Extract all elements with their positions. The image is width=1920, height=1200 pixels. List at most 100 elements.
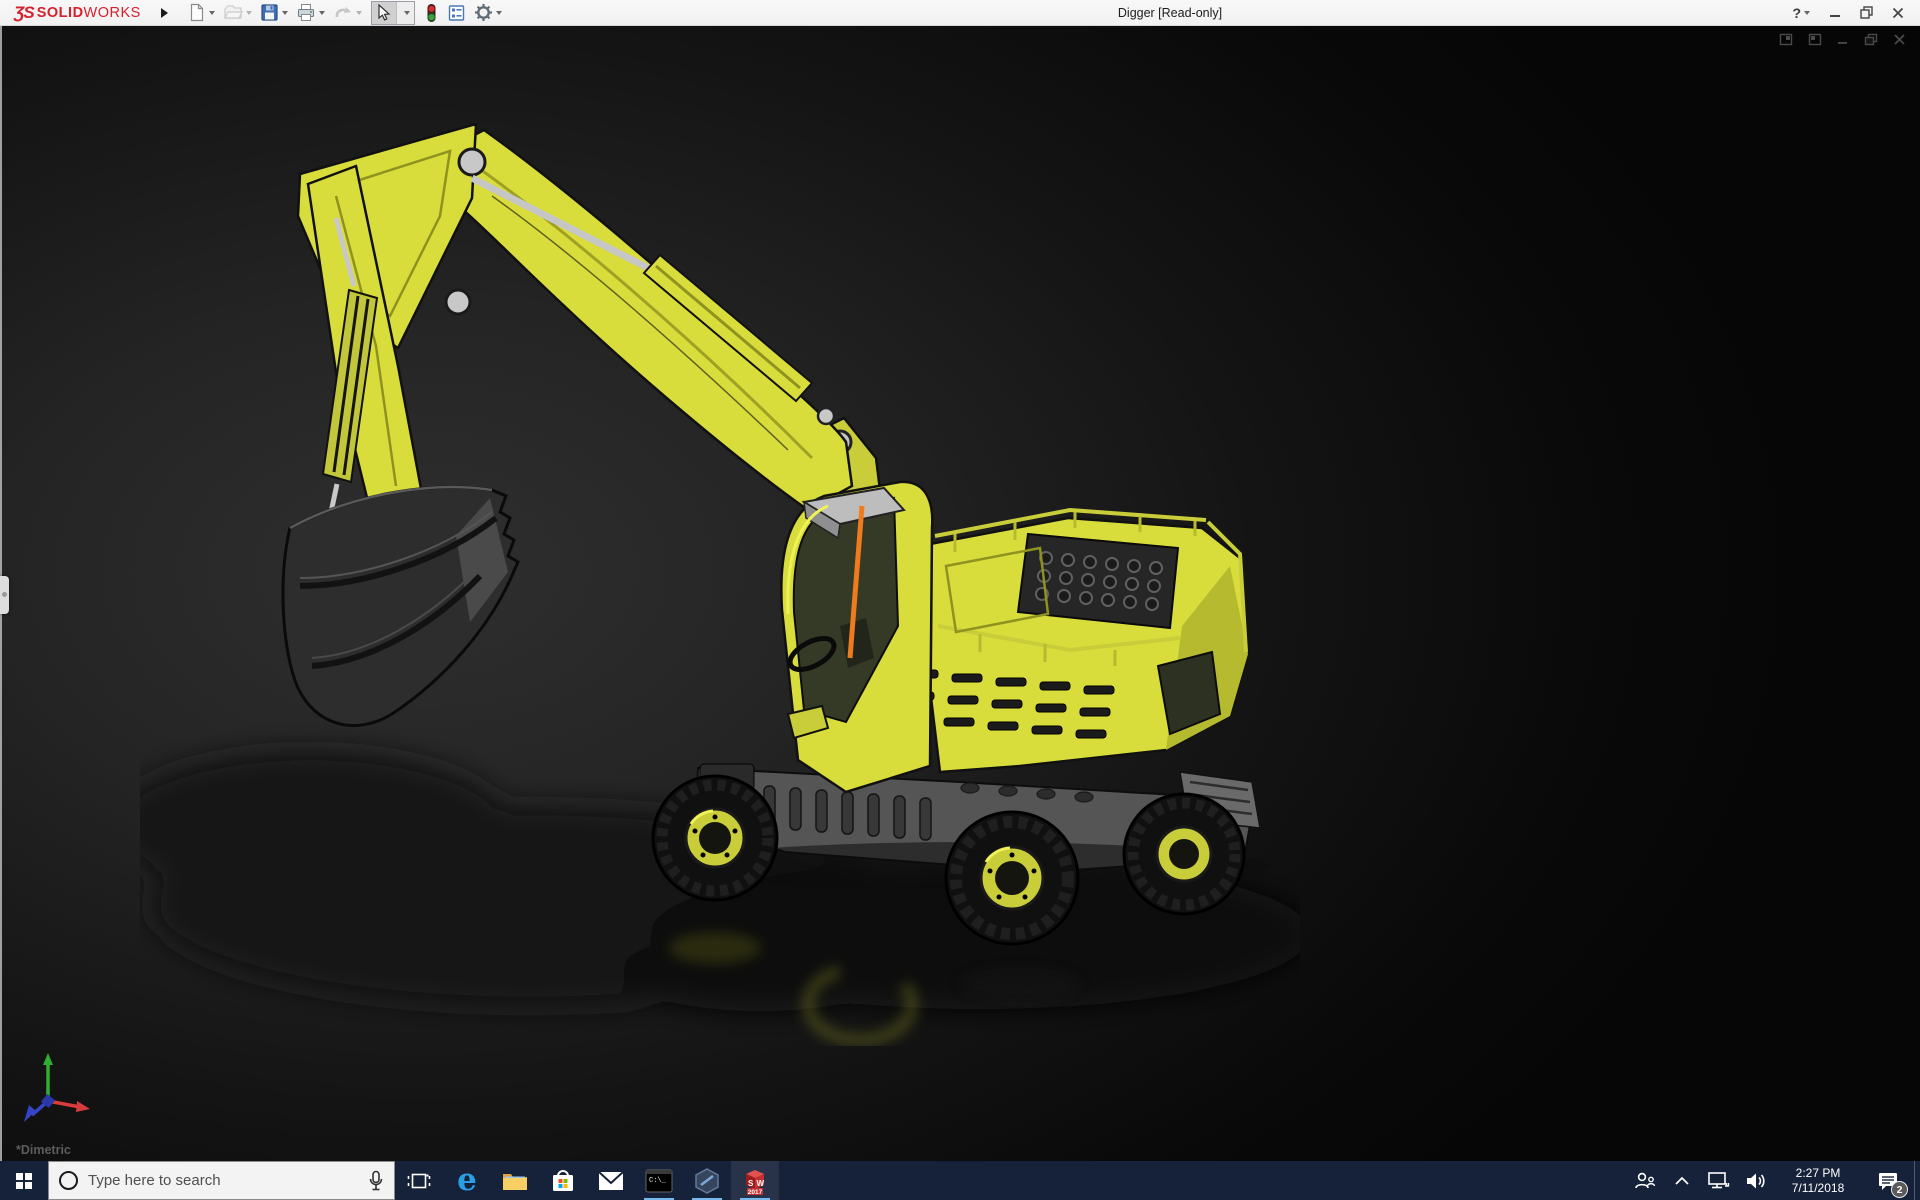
select-tool-button[interactable] (370, 0, 415, 25)
task-view-button[interactable] (395, 1161, 443, 1200)
taskbar-search[interactable] (48, 1161, 395, 1200)
document-window-controls (1779, 33, 1906, 46)
action-center-button[interactable]: 2 (1866, 1161, 1910, 1200)
undo-button[interactable] (330, 2, 365, 24)
save-caret[interactable] (281, 10, 288, 15)
chevron-up-icon (1675, 1176, 1689, 1185)
open-folder-icon (223, 5, 243, 19)
rebuild-button[interactable] (421, 1, 442, 25)
file-properties-icon (448, 4, 465, 21)
save-floppy-icon (261, 4, 278, 21)
feature-manager-flyout-tab[interactable] (0, 576, 9, 614)
command-prompt-icon: C:\_ (645, 1169, 673, 1192)
help-button[interactable]: ? (1792, 5, 1810, 21)
microphone-icon[interactable] (368, 1170, 384, 1192)
open-caret[interactable] (245, 10, 252, 15)
title-bar: ƷS SOLID WORKS Digger [Read-only] ? (0, 0, 1920, 26)
close-icon (1892, 7, 1904, 18)
new-document-caret[interactable] (208, 10, 215, 15)
doc-minimize-icon[interactable] (1837, 33, 1849, 46)
taskbar-command-prompt[interactable]: C:\_ (635, 1161, 683, 1200)
print-icon (297, 4, 314, 21)
taskbar-edge[interactable]: e (443, 1161, 491, 1200)
options-button[interactable] (471, 1, 505, 24)
taskbar-solidworks[interactable]: S W 2017 (731, 1161, 779, 1200)
show-desktop-button[interactable] (1914, 1161, 1920, 1200)
graphics-area[interactable]: *Dimetric (0, 26, 1920, 1161)
rebuild-traffic-light-icon (427, 3, 436, 22)
options-gear-icon (474, 4, 492, 21)
search-input[interactable] (88, 1172, 358, 1189)
undo-icon (335, 6, 351, 17)
minimize-button[interactable] (1829, 7, 1841, 19)
menu-flyout-arrow-icon[interactable] (160, 7, 168, 18)
quick-access-toolbar (184, 0, 505, 25)
new-document-button[interactable] (184, 1, 218, 24)
volume-button[interactable] (1742, 1171, 1770, 1191)
windows-logo-icon (16, 1172, 32, 1189)
open-button[interactable] (220, 1, 255, 24)
tray-overflow-button[interactable] (1668, 1176, 1696, 1186)
svg-text:W: W (757, 1179, 765, 1188)
taskbar-store[interactable] (539, 1161, 587, 1200)
people-button[interactable] (1631, 1171, 1659, 1191)
taskbar-file-explorer[interactable] (491, 1161, 539, 1200)
new-document-icon (190, 3, 203, 22)
file-properties-button[interactable] (444, 2, 469, 24)
cortana-icon (59, 1171, 78, 1190)
clock-time: 2:27 PM (1795, 1165, 1841, 1180)
close-button[interactable] (1892, 7, 1904, 19)
taskbar-mail[interactable] (587, 1161, 635, 1200)
help-caret[interactable] (1804, 10, 1810, 15)
triad-x-axis (47, 1099, 90, 1112)
pane-icon[interactable] (1779, 33, 1793, 46)
doc-restore-icon[interactable] (1864, 33, 1878, 46)
restore-button[interactable] (1860, 6, 1873, 19)
system-tray: 2:27 PM 7/11/2018 2 (1631, 1161, 1914, 1200)
solidworks-window: ƷS SOLID WORKS Digger [Read-only] ? *Dim… (0, 0, 1920, 1200)
help-label: ? (1792, 4, 1801, 21)
print-button[interactable] (293, 1, 328, 24)
print-caret[interactable] (318, 10, 325, 15)
volume-icon (1747, 1173, 1765, 1188)
window-controls: ? (1792, 5, 1920, 21)
notification-badge: 2 (1891, 1181, 1908, 1198)
svg-text:C:\_: C:\_ (649, 1177, 667, 1185)
network-button[interactable] (1705, 1171, 1733, 1191)
excavator-model[interactable] (110, 66, 1310, 1047)
solidworks-logo: ƷS SOLID WORKS (0, 0, 151, 25)
solidworks-logo-mark: ƷS (14, 2, 35, 22)
orientation-triad[interactable] (14, 1049, 100, 1135)
start-button[interactable] (0, 1161, 48, 1200)
wheel-rear-right (1122, 792, 1246, 916)
clock[interactable]: 2:27 PM 7/11/2018 (1779, 1166, 1857, 1196)
undo-caret[interactable] (355, 10, 362, 15)
upper-body (899, 507, 1250, 774)
logo-text-works: WORKS (83, 4, 141, 21)
triad-z-axis (24, 1093, 56, 1122)
clock-date: 7/11/2018 (1791, 1180, 1845, 1195)
file-explorer-icon (503, 1173, 527, 1190)
save-button[interactable] (257, 1, 291, 24)
edge-icon: e (457, 1162, 477, 1198)
cab (780, 480, 934, 794)
restore-icon (1860, 6, 1873, 19)
doc-close-icon[interactable] (1893, 33, 1906, 46)
wheel-front-right (944, 810, 1080, 946)
solidworks-2017-icon: S W 2017 (746, 1169, 765, 1196)
document-title: Digger [Read-only] (1117, 6, 1223, 20)
store-icon (553, 1169, 573, 1191)
select-tool-pressed[interactable] (371, 1, 396, 24)
bucket (281, 485, 520, 727)
taskbar-edrawings[interactable] (683, 1161, 731, 1200)
options-caret[interactable] (495, 10, 502, 15)
svg-text:S: S (748, 1179, 754, 1188)
select-tool-caret[interactable] (395, 1, 414, 24)
logo-text-solid: SOLID (36, 4, 84, 21)
pane-icon-2[interactable] (1808, 33, 1822, 46)
minimize-icon (1830, 14, 1840, 17)
network-icon (1708, 1171, 1730, 1188)
edrawings-hexagon-icon (695, 1167, 719, 1194)
task-view-icon (407, 1173, 431, 1188)
triad-y-axis (43, 1053, 53, 1101)
